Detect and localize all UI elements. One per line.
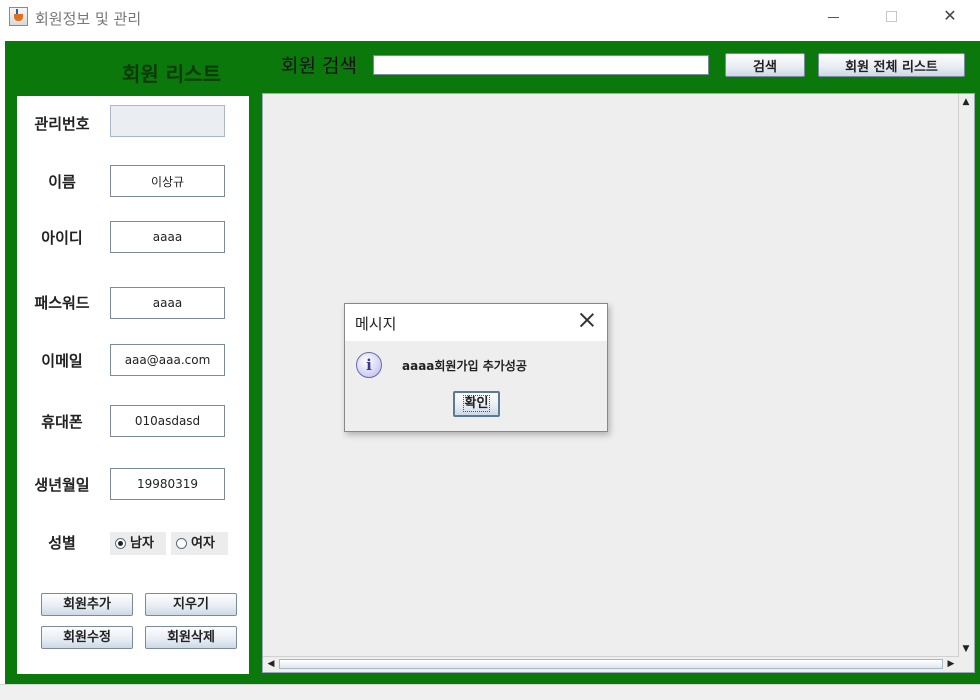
all-members-list-button[interactable]: 회원 전체 리스트 [818,53,965,77]
birthdate-label: 생년월일 [34,476,90,494]
gender-label: 성별 [48,534,76,552]
message-dialog: 메시지 i aaaa회원가입 추가성공 확인 [344,303,608,432]
member-no-label: 관리번호 [34,115,90,133]
radio-unchecked-icon [176,538,187,549]
scroll-up-icon[interactable]: ▲ [959,95,973,109]
gender-male-radio[interactable]: 남자 [110,532,166,555]
member-no-field [110,105,225,137]
edit-member-button[interactable]: 회원수정 [41,626,133,649]
email-label: 이메일 [41,352,83,370]
search-button[interactable]: 검색 [725,53,805,77]
password-field[interactable] [110,287,225,319]
maximize-button[interactable] [868,0,914,34]
gender-male-label: 남자 [130,536,154,551]
name-label: 이름 [48,173,76,191]
delete-member-button[interactable]: 회원삭제 [145,626,237,649]
scroll-right-icon[interactable]: ▶ [944,657,958,671]
horizontal-scrollbar[interactable]: ◀ ▶ [263,656,959,672]
gender-female-label: 여자 [191,536,215,551]
close-button[interactable]: ✕ [927,0,973,34]
minimize-button[interactable] [810,0,856,34]
vertical-scrollbar[interactable]: ▲ ▼ [958,94,974,657]
info-icon: i [356,352,382,378]
dialog-message: aaaa회원가입 추가성공 [402,359,527,373]
window-titlebar: 회원정보 및 관리 ✕ [0,0,980,36]
email-field[interactable] [110,344,225,376]
clear-button[interactable]: 지우기 [145,593,237,616]
userid-label: 아이디 [41,229,83,247]
search-label: 회원 검색 [281,55,357,77]
member-list-title: 회원 리스트 [122,62,221,86]
java-app-icon [9,7,28,26]
add-member-button[interactable]: 회원추가 [41,593,133,616]
userid-field[interactable] [110,221,225,253]
search-input[interactable] [373,55,709,75]
horizontal-scroll-thumb[interactable] [279,659,943,669]
dialog-close-icon[interactable] [578,311,596,329]
scroll-left-icon[interactable]: ◀ [264,657,278,671]
gender-female-radio[interactable]: 여자 [171,532,228,555]
password-label: 패스워드 [34,294,90,312]
member-form-panel: 관리번호 이름 아이디 패스워드 이메일 휴대폰 생년월일 성별 남자 여자 회… [17,96,249,674]
dialog-title: 메시지 [355,315,397,333]
minimize-icon [828,17,839,18]
phone-label: 휴대폰 [41,413,83,431]
scroll-down-icon[interactable]: ▼ [959,642,973,656]
radio-checked-icon [115,538,126,549]
window-title: 회원정보 및 관리 [35,10,142,28]
dialog-titlebar: 메시지 [345,304,607,341]
dialog-ok-label: 확인 [462,395,491,412]
dialog-ok-button[interactable]: 확인 [453,391,500,417]
name-field[interactable] [110,165,225,197]
close-icon: ✕ [943,6,957,25]
bottom-strip [0,684,980,700]
phone-field[interactable] [110,405,225,437]
maximize-icon [886,11,897,22]
birthdate-field[interactable] [110,468,225,500]
